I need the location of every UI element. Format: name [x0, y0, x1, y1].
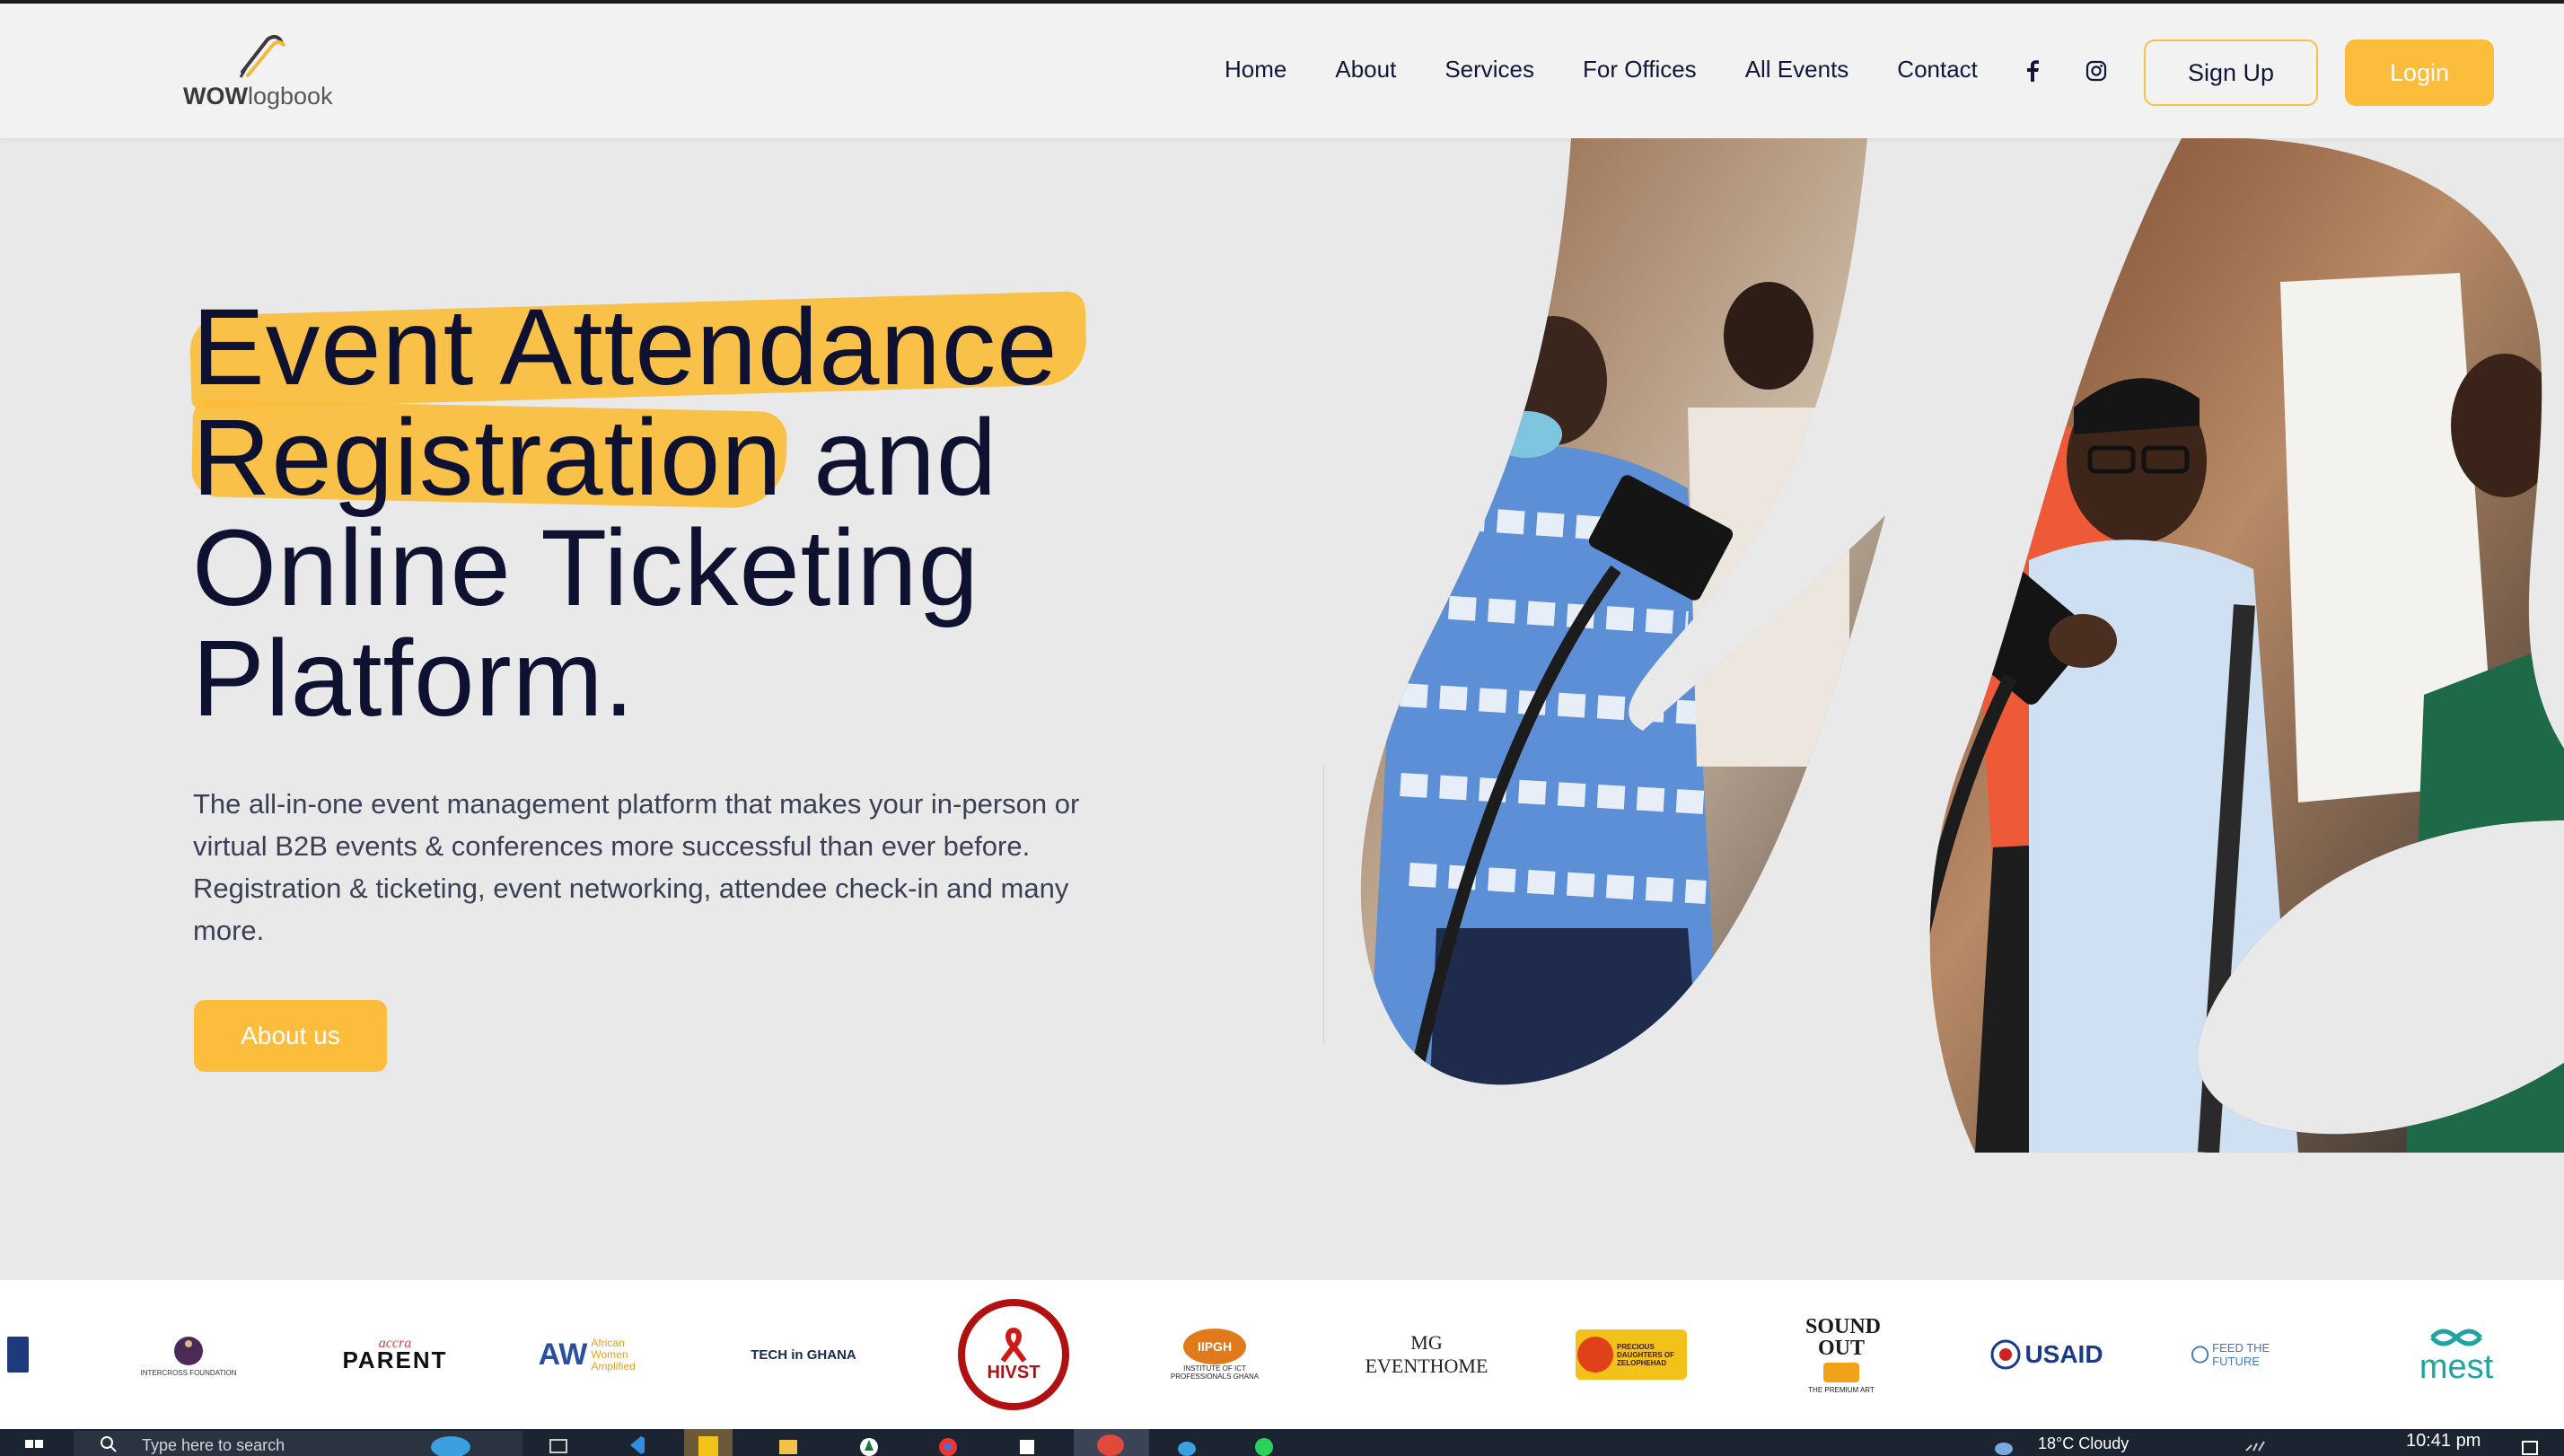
- bird-widget-icon: [431, 1436, 470, 1456]
- signup-button[interactable]: Sign Up: [2144, 39, 2318, 106]
- whatsapp-icon[interactable]: [1253, 1434, 1275, 1456]
- about-us-button[interactable]: About us: [194, 1000, 387, 1072]
- os-taskbar: Type here to search 18°C Cloudy 10:41 pm: [0, 1429, 2564, 1456]
- partner-name: SOUND OUT: [1805, 1314, 1882, 1360]
- hero-event-photo: [1360, 138, 2564, 1153]
- partner-logo-hivst: HIVST: [946, 1280, 1081, 1429]
- partner-name: PRECIOUS DAUGHTERS OF ZELOPHEHAD: [1617, 1342, 1674, 1367]
- partner-logo-accra-parent: accra PARENT: [332, 1280, 458, 1429]
- logo-wordmark-light: logbook: [247, 83, 333, 110]
- windows-start-icon[interactable]: [23, 1434, 45, 1456]
- brand-logo[interactable]: WOWlogbook: [183, 32, 336, 113]
- logo-wordmark-bold: WOW: [183, 83, 248, 110]
- main-menu: Home About Services For Offices All Even…: [1225, 56, 2026, 83]
- notifications-icon[interactable]: [2519, 1434, 2541, 1456]
- partner-name: TECH in GHANA: [751, 1346, 856, 1363]
- hero-description: The all-in-one event management platform…: [193, 788, 1080, 946]
- nav-about[interactable]: About: [1335, 56, 1396, 83]
- instagram-icon[interactable]: [2085, 59, 2108, 83]
- taskbar-clock[interactable]: 10:41 pm: [2406, 1431, 2481, 1452]
- red-ribbon-icon: [1000, 1327, 1027, 1363]
- sticky-notes-icon[interactable]: [684, 1429, 733, 1456]
- partner-logo-partial: [0, 1280, 36, 1429]
- partner-logo-feed-the-future: FEED THE FUTURE: [2191, 1280, 2316, 1429]
- nav-home[interactable]: Home: [1225, 56, 1286, 83]
- nav-services[interactable]: Services: [1444, 56, 1534, 83]
- search-icon: [101, 1436, 117, 1452]
- partner-name: mest: [2419, 1348, 2494, 1386]
- taskbar-search-box[interactable]: Type here to search: [74, 1431, 522, 1456]
- navbar: WOWlogbook Home About Services For Offic…: [0, 4, 2564, 138]
- headline-line: Registration and: [192, 396, 998, 518]
- partner-logo-iipgh: IIPGH INSTITUTE OF ICT PROFESSIONALS GHA…: [1156, 1280, 1273, 1429]
- partner-name: USAID: [2024, 1340, 2103, 1368]
- nav-all-events[interactable]: All Events: [1745, 56, 1849, 83]
- partner-logo-mg-eventhome: MG EVENTHOME: [1359, 1280, 1494, 1429]
- partner-logo-precious-daughters: PRECIOUS DAUGHTERS OF ZELOPHEHAD: [1573, 1280, 1690, 1429]
- headline-line: Event Attendance: [192, 285, 1058, 408]
- terminal-icon[interactable]: [1016, 1434, 1038, 1456]
- system-tray-icons[interactable]: [2244, 1434, 2266, 1456]
- app-icon[interactable]: [858, 1434, 880, 1456]
- partner-subtitle: THE PREMIUM ART: [1808, 1385, 1875, 1394]
- partner-logo-mest: mest: [2402, 1280, 2510, 1429]
- pencil-logo-icon: [239, 35, 285, 78]
- weather-cloud-icon: [1995, 1443, 2013, 1455]
- partner-name: African Women Amplified: [591, 1336, 636, 1373]
- facebook-icon[interactable]: [2021, 59, 2044, 83]
- partner-name: INTERCROSS FOUNDATION: [140, 1368, 237, 1377]
- active-app-icon[interactable]: [1074, 1429, 1149, 1456]
- file-explorer-icon[interactable]: [777, 1434, 799, 1456]
- cloud-app-icon[interactable]: [1176, 1434, 1198, 1456]
- divider: [1323, 765, 1324, 1045]
- partner-name: FEED THE FUTURE: [2212, 1341, 2270, 1368]
- chrome-icon[interactable]: [937, 1434, 959, 1456]
- partner-subtitle: INSTITUTE OF ICT PROFESSIONALS GHANA: [1170, 1364, 1260, 1381]
- mest-emblem-icon: [2430, 1329, 2482, 1346]
- nav-contact[interactable]: Contact: [1897, 56, 1978, 83]
- intercross-emblem-icon: [174, 1336, 203, 1365]
- partner-logo-usaid: USAID: [1984, 1280, 2110, 1429]
- headline-line: Online Ticketing: [192, 506, 979, 628]
- partner-logo-tech-in-ghana: TECH in GHANA: [745, 1280, 862, 1429]
- taskbar-weather[interactable]: 18°C Cloudy: [2038, 1434, 2129, 1453]
- headline-line: Platform.: [192, 617, 636, 739]
- login-button[interactable]: Login: [2345, 39, 2494, 106]
- partner-name: IIPGH: [1183, 1329, 1246, 1364]
- usaid-seal-icon: [1990, 1339, 2021, 1370]
- partner-logo-african-women-amplified: AW African Women Amplified: [535, 1280, 661, 1429]
- partner-name: MG: [1410, 1331, 1443, 1354]
- task-view-icon[interactable]: [548, 1434, 569, 1456]
- partner-logo-intercross: INTERCROSS FOUNDATION: [135, 1280, 242, 1429]
- partner-name: HIVST: [987, 1362, 1041, 1382]
- vscode-icon[interactable]: [625, 1434, 646, 1456]
- hero-headline: Event Attendance Registration and Online…: [192, 292, 1180, 733]
- partner-name: PARENT: [342, 1346, 448, 1373]
- feed-the-future-icon: [2191, 1346, 2209, 1364]
- nav-for-offices[interactable]: For Offices: [1583, 56, 1697, 83]
- partner-subtitle: EVENTHOME: [1365, 1355, 1488, 1377]
- taskbar-search-placeholder: Type here to search: [142, 1436, 285, 1454]
- partner-logo-strip: INTERCROSS FOUNDATION accra PARENT AW Af…: [0, 1280, 2564, 1429]
- partner-logo-sound-out: SOUND OUT THE PREMIUM ART: [1792, 1280, 1891, 1429]
